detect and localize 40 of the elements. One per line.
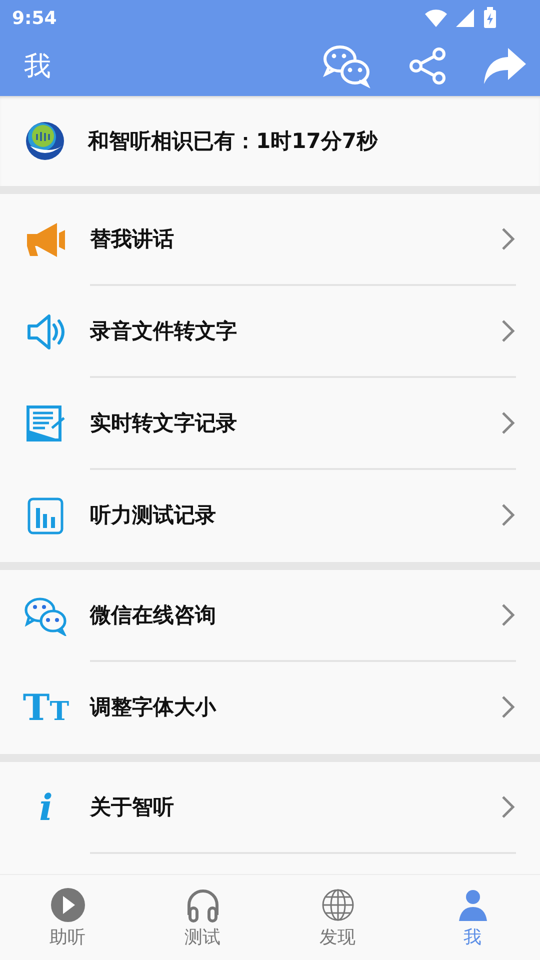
menu-item[interactable]: 实时转文字记录 (0, 378, 540, 470)
chevron-icon (500, 502, 516, 528)
megaphone-icon (25, 220, 67, 260)
play-icon (50, 886, 86, 922)
nav-tab[interactable]: 测试 (135, 875, 270, 960)
bar-chart-icon (26, 496, 66, 536)
nav-tab[interactable]: 助听 (0, 875, 135, 960)
chat-icon (24, 596, 68, 636)
share-button[interactable] (408, 46, 446, 86)
menu-item[interactable]: 微信在线咨询 (0, 570, 540, 662)
status-time: 9:54 (12, 8, 57, 28)
battery-icon (482, 7, 498, 29)
menu-item[interactable]: TT 调整字体大小 (0, 662, 540, 754)
chat-icon (322, 43, 372, 89)
forward-icon (482, 46, 528, 86)
chevron-icon (500, 410, 516, 436)
font-size-icon: TT (22, 690, 70, 726)
note-icon (26, 404, 66, 444)
menu-item[interactable]: 录音文件转文字 (0, 286, 540, 378)
menu-item[interactable]: i 关于智听 (0, 762, 540, 854)
info-icon: i (39, 790, 53, 826)
forward-button[interactable] (482, 46, 528, 86)
chevron-icon (500, 226, 516, 252)
logo-icon (24, 120, 66, 162)
wechat-button[interactable] (322, 43, 372, 89)
wifi-icon (424, 7, 448, 29)
headphones-icon (184, 886, 220, 922)
chevron-icon (500, 602, 516, 628)
screen-title: 我 (24, 50, 52, 84)
usage-time-text: 和智听相识已有：1时17分7秒 (88, 128, 378, 155)
nav-tab[interactable]: 发现 (270, 875, 405, 960)
menu-item[interactable]: 听力测试记录 (0, 470, 540, 562)
signal-icon (454, 7, 476, 29)
chevron-icon (500, 794, 516, 820)
chevron-icon (500, 694, 516, 720)
share-icon (408, 46, 446, 86)
globe-icon (320, 886, 356, 922)
chevron-icon (500, 318, 516, 344)
speaker-icon (26, 312, 66, 352)
menu-item[interactable]: 替我讲话 (0, 194, 540, 286)
